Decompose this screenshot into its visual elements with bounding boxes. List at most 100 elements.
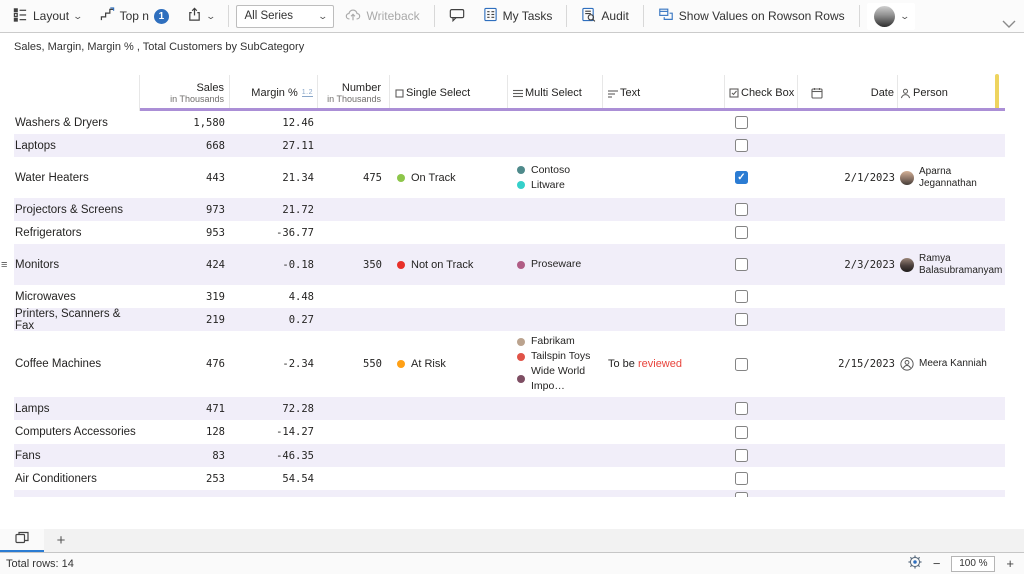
active-sheet-tab[interactable] — [0, 529, 44, 552]
checkbox-cell — [725, 157, 798, 198]
row-checkbox[interactable] — [735, 492, 748, 497]
zoom-in-button[interactable]: + — [1006, 556, 1014, 571]
multi-select-cell[interactable]: ContosoLitware — [508, 157, 603, 198]
checkbox-cell — [725, 285, 798, 308]
person-name: RamyaBalasubramanyam — [919, 253, 1002, 276]
row-checkbox[interactable] — [735, 258, 748, 271]
multi-select-label: Tailspin Toys — [531, 349, 590, 364]
comment-button[interactable] — [442, 3, 472, 30]
row-checkbox[interactable] — [735, 313, 748, 326]
table-row: Laptops66827.11 — [14, 134, 1005, 157]
user-menu-button[interactable]: ⌄ — [867, 3, 916, 30]
number-value — [318, 221, 390, 244]
top-n-icon — [100, 7, 115, 25]
row-checkbox[interactable] — [735, 472, 748, 485]
person-cell — [898, 444, 1005, 467]
text-cell[interactable]: To be reviewed — [603, 331, 725, 397]
zoom-level[interactable]: 100 % — [951, 556, 995, 572]
series-select[interactable]: All Series ⌄ — [236, 5, 334, 28]
share-button[interactable]: ⌄ — [180, 3, 222, 30]
date-column-header[interactable]: Date — [798, 75, 898, 111]
row-checkbox[interactable] — [735, 139, 748, 152]
row-label: Fans — [14, 444, 140, 467]
single-select-cell[interactable]: Not on Track — [390, 244, 508, 285]
date-value — [798, 444, 898, 467]
person-cell — [898, 490, 1005, 497]
row-checkbox[interactable] — [735, 290, 748, 303]
sales-value: 219 — [140, 308, 230, 331]
audit-icon — [581, 7, 596, 25]
row-checkbox[interactable] — [735, 226, 748, 239]
layout-button[interactable]: Layout ⌄ — [6, 3, 89, 30]
row-checkbox[interactable] — [735, 203, 748, 216]
row-checkbox[interactable] — [735, 449, 748, 462]
person-column-header[interactable]: Person — [898, 75, 1005, 111]
settings-gear-icon[interactable] — [908, 555, 922, 572]
comment-icon — [449, 7, 465, 25]
single-select-cell[interactable]: At Risk — [390, 331, 508, 397]
checkbox-cell — [725, 331, 798, 397]
add-sheet-button[interactable]: + — [44, 529, 78, 552]
list-icon — [513, 89, 523, 98]
single-select-cell[interactable]: On Track — [390, 157, 508, 198]
row-checkbox[interactable] — [735, 358, 748, 371]
row-drag-handle-icon[interactable]: ≡ — [1, 259, 7, 271]
chevron-down-icon: ⌄ — [205, 11, 216, 22]
row-label: Monitors — [14, 244, 140, 285]
row-checkbox[interactable] — [735, 171, 748, 184]
row-checkbox[interactable] — [735, 426, 748, 439]
row-checkbox[interactable] — [735, 402, 748, 415]
multi-select-cell — [508, 490, 603, 497]
multi-select-cell — [508, 420, 603, 444]
single-select-cell — [390, 198, 508, 221]
sales-value: 253 — [140, 467, 230, 490]
row-label: Lamps — [14, 397, 140, 420]
sales-header-label: Sales — [196, 82, 224, 94]
audit-button[interactable]: Audit — [574, 3, 635, 30]
show-values-button[interactable]: Show Values on Rowson Rows — [651, 3, 852, 30]
sales-column-header[interactable]: Sales in Thousands — [140, 75, 230, 111]
text-column-header[interactable]: Text — [603, 75, 725, 111]
zoom-out-button[interactable]: − — [933, 556, 941, 571]
person-cell — [898, 134, 1005, 157]
multi-select-label: Fabrikam — [531, 334, 575, 349]
row-label: Refrigerators — [14, 221, 140, 244]
data-table: Sales in Thousands Margin % 1.2 Number i… — [14, 75, 1005, 497]
number-value — [318, 397, 390, 420]
sales-value: 1,580 — [140, 111, 230, 134]
row-label: Water Heaters — [14, 157, 140, 198]
number-column-header[interactable]: Number in Thousands — [318, 75, 390, 111]
table-row: Fans83-46.35 — [14, 444, 1005, 467]
collapse-toolbar-chevron-icon[interactable] — [1002, 16, 1016, 34]
row-checkbox[interactable] — [735, 116, 748, 129]
date-value: 2/3/2023 — [798, 244, 898, 285]
checked-box-icon — [729, 88, 739, 98]
checkbox-cell — [725, 397, 798, 420]
number-value — [318, 308, 390, 331]
single-select-cell — [390, 134, 508, 157]
multi-select-item: Fabrikam — [517, 334, 575, 349]
date-value: 2/15/2023 — [798, 331, 898, 397]
margin-value: -46.35 — [230, 444, 318, 467]
multi-select-cell — [508, 198, 603, 221]
status-dot — [517, 353, 525, 361]
checkbox-column-header[interactable]: Check Box — [725, 75, 798, 111]
writeback-button[interactable]: Writeback — [338, 3, 426, 30]
single-select-label: Not on Track — [411, 259, 473, 271]
my-tasks-button[interactable]: My Tasks — [476, 3, 560, 30]
margin-value: 54.54 — [230, 467, 318, 490]
top-n-button[interactable]: Top n 1 — [93, 3, 176, 30]
single-select-column-header[interactable]: Single Select — [390, 75, 508, 111]
table-row: Air Conditioners25354.54 — [14, 467, 1005, 490]
text-cell — [603, 285, 725, 308]
multi-select-cell — [508, 111, 603, 134]
person-cell — [898, 308, 1005, 331]
single-select-cell — [390, 308, 508, 331]
multi-select-cell — [508, 285, 603, 308]
margin-column-header[interactable]: Margin % 1.2 — [230, 75, 318, 111]
margin-value: 4.48 — [230, 285, 318, 308]
chevron-down-icon: ⌄ — [317, 11, 328, 22]
multi-select-cell[interactable]: FabrikamTailspin ToysWide World Impo… — [508, 331, 603, 397]
multi-select-column-header[interactable]: Multi Select — [508, 75, 603, 111]
multi-select-cell[interactable]: Proseware — [508, 244, 603, 285]
